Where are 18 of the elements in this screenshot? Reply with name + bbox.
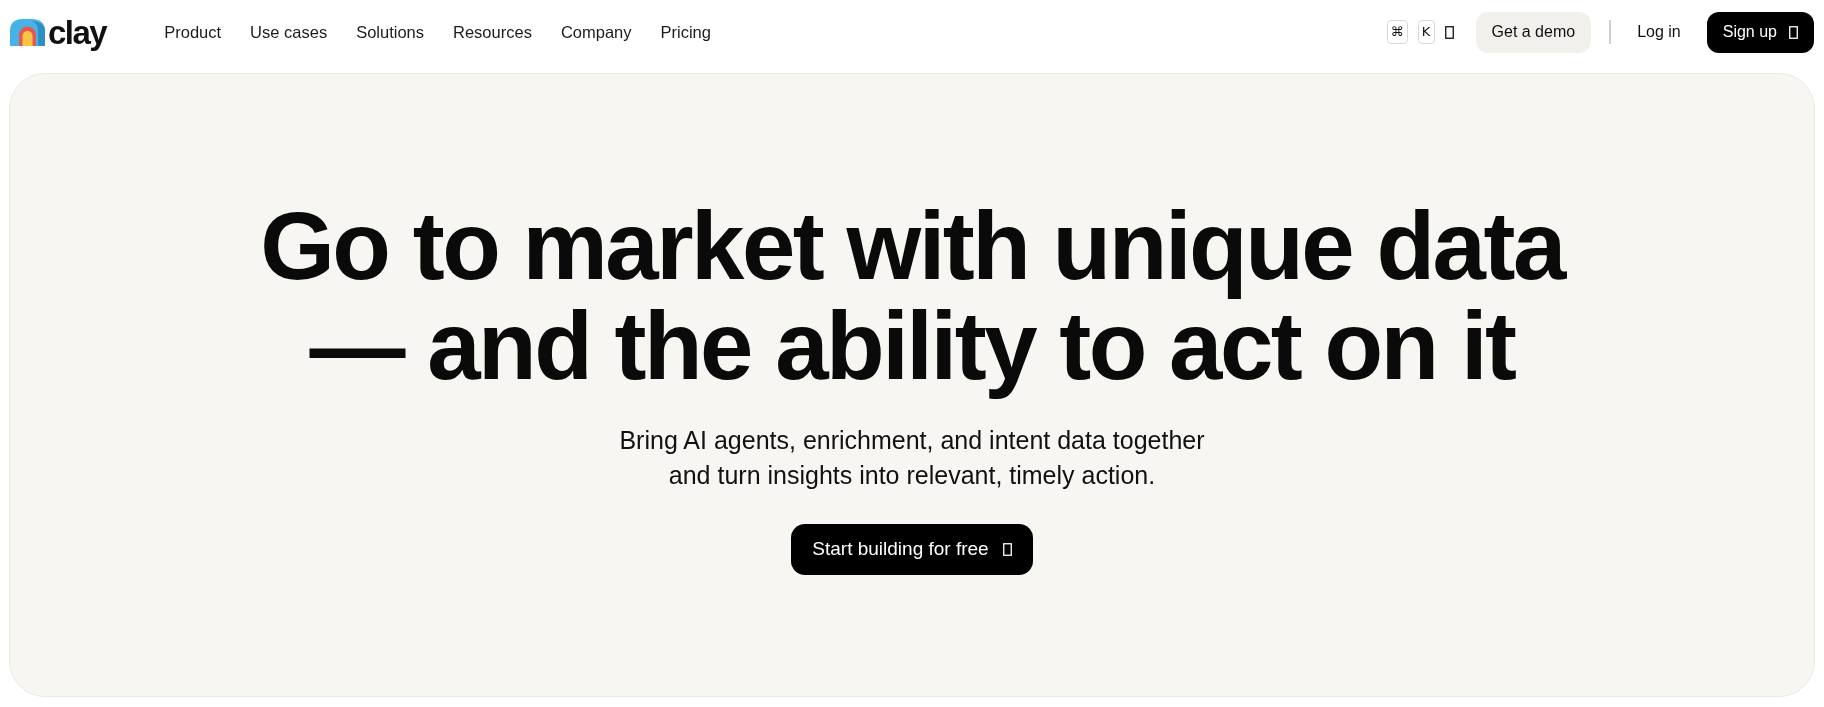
nav-link[interactable]: Solutions bbox=[356, 19, 425, 45]
nav-link[interactable]: Product bbox=[164, 19, 222, 45]
nav-link[interactable]: Pricing bbox=[660, 19, 711, 45]
logo-wordmark[interactable]: clay bbox=[48, 15, 107, 49]
hero-subtitle: Bring AI agents, enrichment, and intent data together and turn insights into relevant, timely action. bbox=[619, 425, 1205, 491]
cta-button[interactable]: Start building for free bbox=[791, 524, 1033, 575]
square-icon bbox=[1789, 25, 1798, 39]
square-icon bbox=[1444, 25, 1454, 39]
shortcut-key: K bbox=[1417, 20, 1435, 44]
nav-link[interactable]: Resources bbox=[453, 19, 532, 45]
signup-button[interactable]: Sign up bbox=[1706, 11, 1814, 53]
shortcut-key: ⌘ bbox=[1386, 20, 1408, 44]
login-link[interactable]: Log in bbox=[1629, 11, 1689, 53]
demo-button[interactable]: Get a demo bbox=[1475, 11, 1592, 53]
nav-link[interactable]: Use cases bbox=[250, 19, 328, 45]
square-icon bbox=[1002, 543, 1012, 556]
arch-logo-icon[interactable] bbox=[10, 18, 46, 46]
nav-link[interactable]: Company bbox=[560, 19, 632, 45]
